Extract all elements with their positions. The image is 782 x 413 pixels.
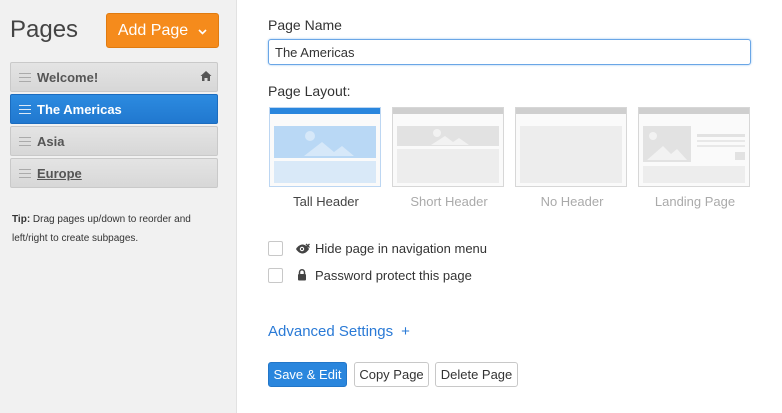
drag-handle-icon[interactable]	[19, 168, 31, 178]
layout-preview-icon	[274, 126, 376, 183]
sidebar-title: Pages	[10, 16, 79, 43]
drag-handle-icon[interactable]	[19, 136, 31, 146]
layout-preview-icon	[520, 126, 622, 183]
page-item-label: Asia	[37, 133, 65, 149]
add-page-label: Add Page	[117, 21, 189, 39]
drag-handle-icon[interactable]	[19, 72, 31, 82]
plus-icon: +	[401, 323, 410, 340]
home-icon	[200, 70, 212, 85]
hide-page-checkbox[interactable]	[268, 241, 283, 256]
layout-no-header[interactable]	[515, 107, 627, 187]
page-item-welcome[interactable]: Welcome!	[10, 62, 218, 92]
layout-preview-icon	[397, 126, 499, 183]
layout-caption: Landing Page	[654, 194, 736, 209]
page-item-label: Europe	[37, 165, 82, 181]
hide-page-label: Hide page in navigation menu	[315, 241, 488, 256]
layout-tall-header[interactable]	[269, 107, 381, 187]
password-protect-label: Password protect this page	[315, 268, 472, 283]
layout-landing-page[interactable]	[638, 107, 750, 187]
layout-caption: Tall Header	[293, 194, 359, 209]
page-name-label: Page Name	[268, 17, 342, 33]
tip-body: Drag pages up/down to reorder and left/r…	[12, 214, 191, 244]
page-item-label: The Americas	[37, 101, 122, 117]
password-protect-checkbox[interactable]	[268, 268, 283, 283]
layout-preview-icon	[643, 126, 745, 183]
layout-caption: No Header	[540, 194, 604, 209]
page-name-input[interactable]	[268, 39, 751, 65]
add-page-button[interactable]: Add Page	[106, 13, 219, 48]
copy-page-button[interactable]: Copy Page	[354, 362, 429, 387]
chevron-down-icon	[198, 26, 207, 38]
drag-handle-icon[interactable]	[19, 104, 31, 114]
lock-icon	[297, 268, 307, 286]
page-item-the-americas[interactable]: The Americas	[10, 94, 218, 124]
delete-page-button[interactable]: Delete Page	[435, 362, 518, 387]
advanced-settings-link[interactable]: Advanced Settings +	[268, 323, 410, 340]
page-item-asia[interactable]: Asia	[10, 126, 218, 156]
layout-short-header[interactable]	[392, 107, 504, 187]
eye-slash-icon	[295, 242, 310, 260]
tip-label: Tip:	[12, 214, 31, 225]
layout-caption: Short Header	[410, 194, 488, 209]
advanced-settings-label: Advanced Settings	[268, 323, 394, 340]
save-edit-button[interactable]: Save & Edit	[268, 362, 347, 387]
tip-text: Tip: Drag pages up/down to reorder and l…	[12, 210, 222, 248]
page-list: Welcome! The Americas Asia Europe	[10, 62, 218, 190]
sidebar: Pages Add Page Welcome! The Americas Asi…	[0, 0, 237, 413]
page-layout-label: Page Layout:	[268, 83, 351, 99]
page-item-label: Welcome!	[37, 69, 99, 85]
page-item-europe[interactable]: Europe	[10, 158, 218, 188]
